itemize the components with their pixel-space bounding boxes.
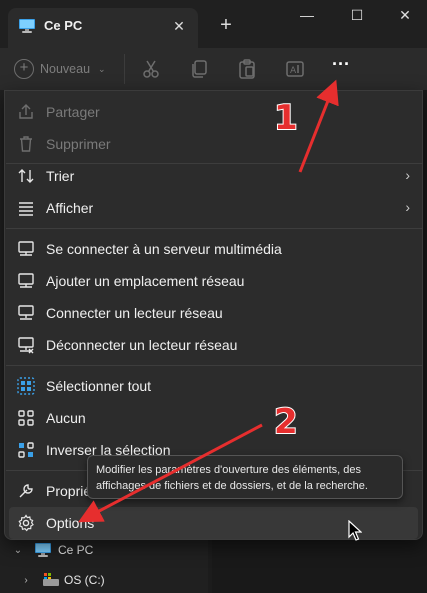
menu-item-connect-media-server[interactable]: Se connecter à un serveur multimédia — [9, 233, 418, 265]
network-drive-icon — [18, 305, 34, 320]
toolbar-divider — [124, 54, 125, 84]
tab-label: Ce PC — [44, 18, 83, 33]
menu-item-label: Trier — [46, 168, 75, 184]
wrench-icon — [19, 484, 33, 498]
menu-item-label: Aucun — [46, 410, 86, 426]
minimize-button[interactable]: — — [283, 0, 331, 32]
tab-this-pc[interactable]: Ce PC ✕ — [8, 8, 198, 48]
step-1-label: 1 — [273, 97, 299, 139]
tree-item-drive-c[interactable]: › OS (C:) — [0, 566, 208, 593]
options-tooltip: Modifier les paramètres d'ouverture des … — [87, 455, 403, 499]
select-all-icon — [17, 377, 35, 395]
trash-icon — [20, 136, 32, 152]
menu-item-label: Se connecter à un serveur multimédia — [46, 241, 282, 257]
new-button-label: Nouveau — [40, 62, 91, 76]
rename-icon[interactable]: A — [284, 58, 306, 80]
view-list-icon — [19, 202, 33, 216]
menu-item-label: Afficher — [46, 200, 94, 216]
share-icon — [19, 104, 33, 119]
menu-item-label: Partager — [46, 104, 100, 120]
monitor-icon — [35, 543, 51, 557]
cut-icon[interactable] — [140, 58, 162, 80]
drive-icon — [43, 573, 59, 586]
menu-item-map-network-drive[interactable]: Connecter un lecteur réseau — [9, 297, 418, 329]
chevron-right-icon: › — [405, 199, 410, 215]
network-location-icon — [18, 273, 34, 288]
invert-selection-icon — [18, 442, 34, 458]
select-none-icon — [18, 410, 34, 426]
menu-item-disconnect-network-drive[interactable]: Déconnecter un lecteur réseau — [9, 329, 418, 361]
menu-item-label: Supprimer — [46, 136, 111, 152]
menu-item-add-network-location[interactable]: Ajouter un emplacement réseau — [9, 265, 418, 297]
mouse-cursor-icon — [348, 520, 362, 541]
chevron-down-icon[interactable]: ⌄ — [10, 545, 26, 556]
menu-item-view[interactable]: Afficher › — [9, 192, 418, 224]
menu-item-select-all[interactable]: Sélectionner tout — [9, 370, 418, 402]
close-tab-icon[interactable]: ✕ — [168, 15, 190, 37]
disconnect-drive-icon — [18, 337, 34, 354]
command-bar: + Nouveau ⌄ A ··· — [0, 48, 427, 90]
tree-item-label: OS (C:) — [64, 573, 105, 587]
menu-item-label: Sélectionner tout — [46, 378, 152, 394]
media-server-icon — [18, 241, 34, 256]
step-2-label: 2 — [273, 401, 299, 443]
monitor-icon — [19, 19, 35, 33]
title-bar: Ce PC ✕ + — ☐ ✕ — [0, 0, 427, 48]
menu-item-label: Ajouter un emplacement réseau — [46, 273, 245, 289]
chevron-right-icon[interactable]: › — [18, 575, 34, 586]
paste-icon[interactable] — [236, 58, 258, 80]
chevron-down-icon: ⌄ — [98, 63, 106, 74]
more-options-button[interactable]: ··· — [328, 55, 354, 81]
gear-icon — [18, 514, 34, 532]
copy-icon[interactable] — [188, 58, 210, 80]
menu-divider — [6, 228, 423, 229]
menu-item-select-none[interactable]: Aucun — [9, 402, 418, 434]
menu-item-label: Options — [46, 515, 95, 531]
menu-item-sort[interactable]: Trier › — [9, 160, 418, 192]
new-button[interactable]: + Nouveau ⌄ — [14, 57, 106, 81]
svg-text:A: A — [290, 66, 297, 76]
sort-icon — [18, 169, 34, 183]
menu-item-share[interactable]: Partager — [9, 96, 418, 128]
plus-circle-icon: + — [14, 59, 34, 79]
menu-item-label: Déconnecter un lecteur réseau — [46, 337, 238, 353]
tree-item-label: Ce PC — [58, 543, 94, 557]
new-tab-button[interactable]: + — [213, 13, 239, 39]
chevron-right-icon: › — [405, 167, 410, 183]
menu-item-delete[interactable]: Supprimer — [9, 128, 418, 160]
menu-divider — [6, 365, 423, 366]
menu-item-label: Connecter un lecteur réseau — [46, 305, 223, 321]
tree-item-this-pc[interactable]: ⌄ Ce PC — [0, 536, 208, 564]
maximize-button[interactable]: ☐ — [333, 0, 381, 32]
close-window-button[interactable]: ✕ — [381, 0, 427, 32]
